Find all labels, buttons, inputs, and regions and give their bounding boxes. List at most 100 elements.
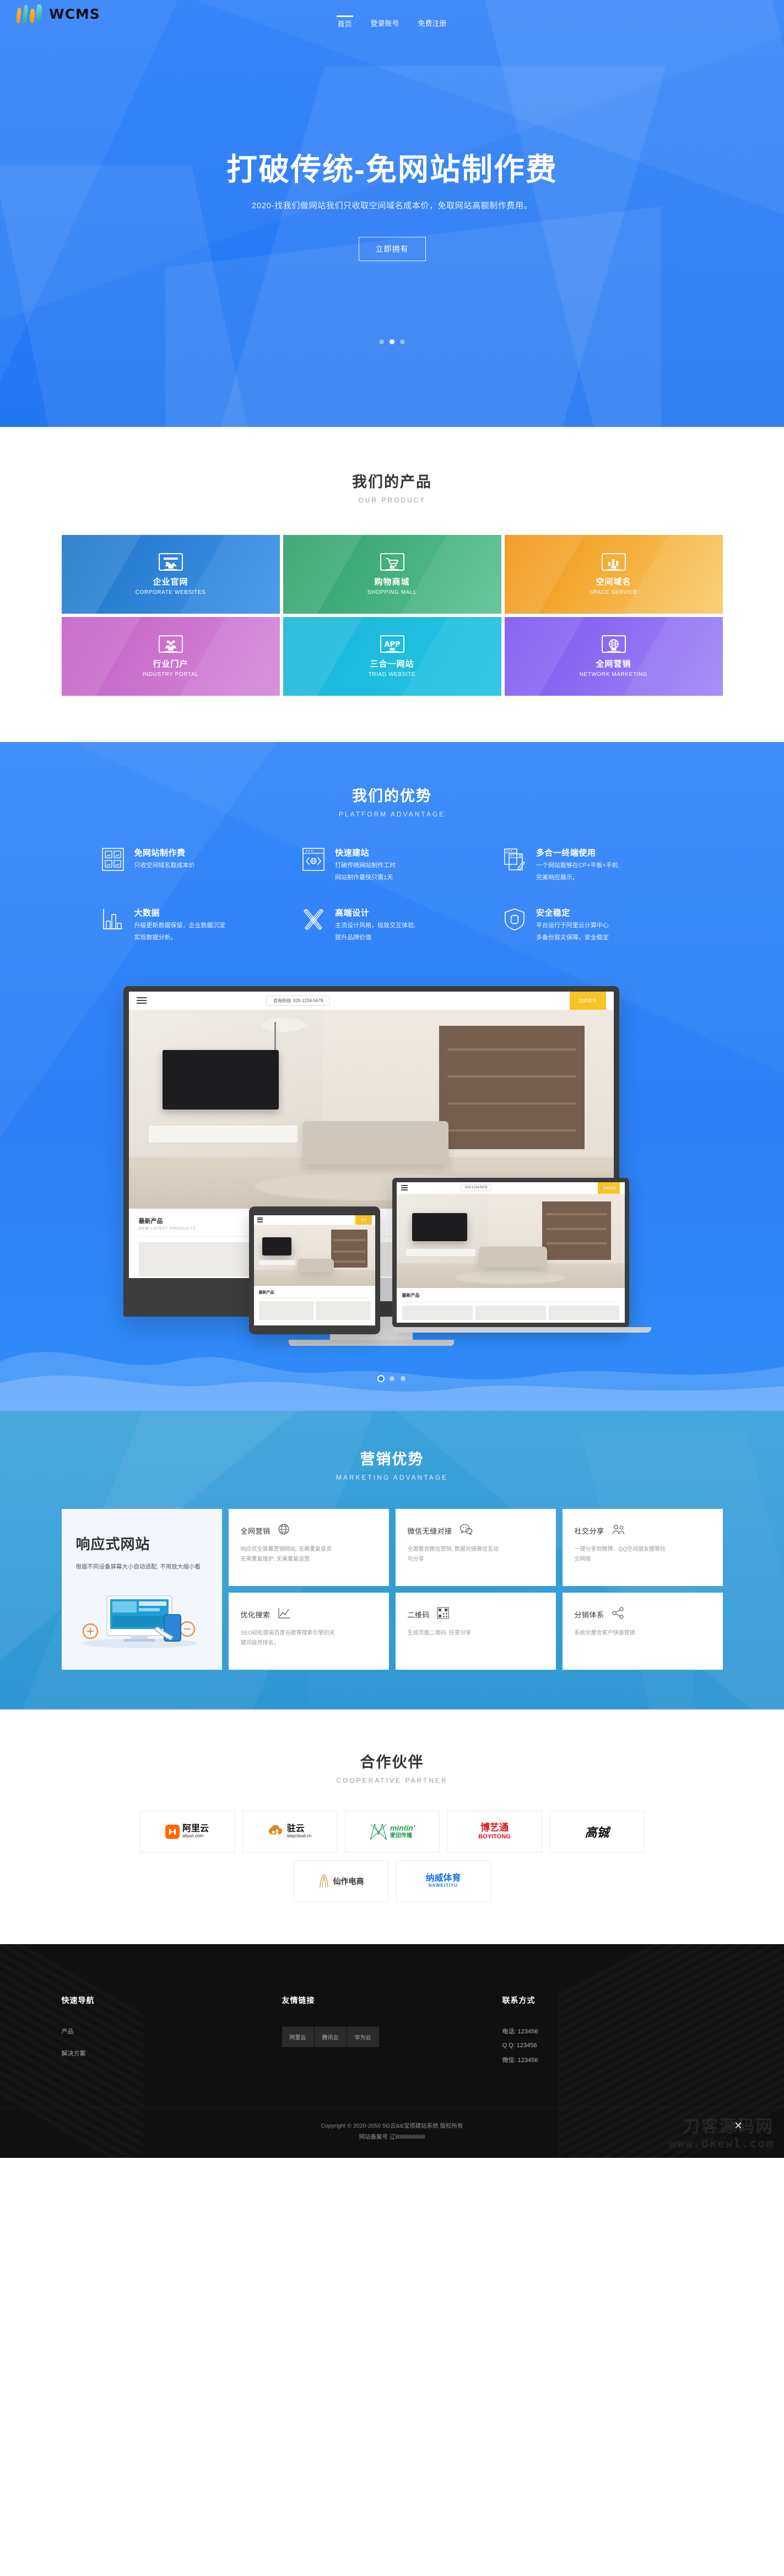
product-card-mall[interactable]: 购物商城 SHOPPING MALL xyxy=(283,535,501,614)
grid-images-icon xyxy=(100,847,126,872)
partners-row-1: 阿里云 aliyun.com 驻云 staycloud.cn mintin' 麦… xyxy=(0,1810,784,1853)
shield-chip-icon xyxy=(502,907,527,932)
hero-title: 打破传统-免网站制作费 xyxy=(226,152,558,187)
hero-cta-button[interactable]: 立即拥有 xyxy=(358,237,426,262)
page-root: WCMS 首页 登录账号 免费注册 打破传统-免网站制作费 2020-找我们做网… xyxy=(0,0,784,2158)
advantage-item-desc-2: 完美响应展示。 xyxy=(536,874,578,881)
product-card-subtitle: CORPORATE WEBSITES xyxy=(135,589,206,596)
tablet-mockup: 咨询 最新产品 xyxy=(248,1206,380,1334)
advantage-section: 我们的优势 PLATFORM ADVANTAGE 免网站制作费 只收空间域名取成… xyxy=(0,742,784,1411)
marketing-card-network[interactable]: 全网营销 响应式全屏幕营销网站, 无需重复投资 无需重复维护, 无需重复运营 xyxy=(228,1508,389,1586)
footer-friendlink-tencent[interactable]: 腾讯云 xyxy=(314,2026,347,2047)
partners-heading-cn: 合作伙伴 xyxy=(360,1754,424,1771)
mock-cta-button[interactable]: 立即咨询 xyxy=(569,991,606,1010)
product-card-space[interactable]: 空间域名 SPACE SERVICE xyxy=(504,535,723,614)
partner-logo-aliyun[interactable]: 阿里云 aliyun.com xyxy=(139,1810,235,1853)
partner-logo-mintin[interactable]: mintin' 麦田传播 xyxy=(344,1810,440,1853)
qr-code-icon xyxy=(437,1607,449,1622)
hero-dot-1[interactable] xyxy=(379,339,384,344)
advantage-grid: 免网站制作费 只收空间域名取成本价 快速建站 打破传统网站制作工时 网站制作最快… xyxy=(100,847,684,943)
product-card-title: 三合一网站 xyxy=(370,659,414,669)
hero-dot-3[interactable] xyxy=(400,339,405,344)
footer-columns: 快速导航 产品 解决方案 友情链接 阿里云 腾讯云 华为云 联系方式 电话: 1… xyxy=(62,1944,723,2107)
monitor-image-icon xyxy=(158,553,183,571)
advantage-item-desc-1: 打破传统网站制作工时 xyxy=(335,862,396,869)
advantage-item-desc-1: 只收空间域名取成本价 xyxy=(134,862,195,869)
monitor-chart-icon xyxy=(601,553,626,571)
marketing-card-desc-2: 与分享 xyxy=(407,1556,424,1562)
responsive-devices-icon xyxy=(76,1588,208,1650)
hero-banner: WCMS 首页 登录账号 免费注册 打破传统-免网站制作费 2020-找我们做网… xyxy=(0,0,784,427)
footer-copyright-bar: Copyright © 2020-2050 5G云&&宝塔建站系统 版权所有 网… xyxy=(0,2107,784,2158)
hamburger-menu-icon[interactable] xyxy=(401,1184,408,1192)
partner-logo-gaocheng[interactable]: 高铖 xyxy=(549,1810,645,1853)
showcase-dot-1[interactable] xyxy=(379,1376,383,1381)
marketing-card-title: 分销体系 xyxy=(574,1610,604,1619)
advantage-item-desc-1: 主流设计风格，极致交互体验, xyxy=(335,922,416,929)
footer-friendlink-aliyun[interactable]: 阿里云 xyxy=(282,2026,314,2047)
marketing-hero-card: 响应式网站 根据不同设备屏幕大小自动适配, 不用放大缩小看 xyxy=(61,1508,222,1670)
monitor-globe-icon xyxy=(601,635,626,653)
globe-icon xyxy=(278,1523,290,1538)
marketing-heading-cn: 营销优势 xyxy=(360,1451,424,1468)
close-icon[interactable]: ✕ xyxy=(734,2120,743,2133)
nav-item-home[interactable]: 首页 xyxy=(336,15,353,31)
product-card-corporate[interactable]: 企业官网 CORPORATE WEBSITES xyxy=(61,535,280,614)
nav-item-register[interactable]: 免费注册 xyxy=(417,15,448,31)
footer-link-products[interactable]: 产品 xyxy=(62,2027,282,2036)
staycloud-logo-icon: 驻云 staycloud.cn xyxy=(268,1824,311,1838)
partner-logo-boyitong[interactable]: 博艺通 BOYITONG xyxy=(447,1810,542,1853)
partner-logo-naweitiyu[interactable]: 纳威体育 NAWEITIYU xyxy=(396,1860,491,1902)
product-card-subtitle: INDUSTRY PORTAL xyxy=(142,672,199,678)
advantage-heading-cn: 我们的优势 xyxy=(352,788,432,804)
browser-code-icon xyxy=(301,847,326,872)
partner-logo-xianzuo[interactable]: 仙作电商 xyxy=(293,1860,388,1902)
mock-panel-title: 最新产品 xyxy=(258,1290,274,1295)
advantage-heading-en: PLATFORM ADVANTAGE xyxy=(338,810,446,818)
multi-device-icon xyxy=(502,847,527,872)
monitor-users-icon xyxy=(158,635,183,653)
footer-friendlinks-title: 友情链接 xyxy=(282,1995,315,2005)
product-card-network[interactable]: 全网营销 NETWORK MARKETING xyxy=(504,617,723,696)
mock-panel-title: 最新产品 xyxy=(402,1292,420,1298)
advantage-item-design: 高端设计 主流设计风格，极致交互体验, 提升品牌价值 xyxy=(301,907,483,943)
marketing-card-title: 优化搜索 xyxy=(240,1610,271,1619)
monitor-app-icon: APP xyxy=(380,635,404,653)
xianzuo-logo-icon: 仙作电商 xyxy=(318,1874,364,1888)
boyitong-logo-icon: 博艺通 BOYITONG xyxy=(478,1822,511,1840)
showcase-dot-3[interactable] xyxy=(401,1376,405,1381)
hero-dot-2[interactable] xyxy=(390,339,394,344)
hamburger-menu-icon[interactable] xyxy=(257,1216,263,1223)
share-nodes-icon xyxy=(612,1606,625,1622)
marketing-heading: 营销优势 MARKETING ADVANTAGE xyxy=(0,1447,784,1481)
marketing-card-seo[interactable]: 优化搜索 SEO轻松提高百度谷歌等搜索引擎的关 键词自然排名。 xyxy=(228,1592,389,1670)
pencil-ruler-icon xyxy=(301,907,326,932)
mock-room-photo xyxy=(396,1194,625,1288)
product-card-subtitle: SHOPPING MALL xyxy=(367,589,417,596)
footer-link-solutions[interactable]: 解决方案 xyxy=(62,2049,282,2058)
product-card-portal[interactable]: 行业门户 INDUSTRY PORTAL xyxy=(61,617,280,696)
product-card-title: 空间域名 xyxy=(596,577,631,587)
partners-section: 合作伙伴 COOPERATIVE PARTNER 阿里云 aliyun.com … xyxy=(0,1709,784,1944)
site-footer: 快速导航 产品 解决方案 友情链接 阿里云 腾讯云 华为云 联系方式 电话: 1… xyxy=(0,1944,784,2158)
advantage-item-fast: 快速建站 打破传统网站制作工时 网站制作最快只需1天 xyxy=(301,847,483,883)
product-card-triad[interactable]: APP 三合一网站 TRIAD WEBSITE xyxy=(283,617,501,696)
advantage-item-free: 免网站制作费 只收空间域名取成本价 xyxy=(100,847,283,883)
marketing-card-desc-2: 键词自然排名。 xyxy=(240,1639,279,1646)
social-share-users-icon xyxy=(612,1523,626,1538)
brand-logo[interactable]: WCMS xyxy=(15,4,100,23)
hero-slider-dots xyxy=(0,339,784,344)
marketing-card-qrcode[interactable]: 二维码 生成页面二维码, 任意分享 xyxy=(395,1592,556,1670)
marketing-card-distribution[interactable]: 分销体系 系统化整合客户快速营销 xyxy=(562,1592,723,1670)
partner-logo-staycloud[interactable]: 驻云 staycloud.cn xyxy=(242,1810,337,1853)
showcase-dot-2[interactable] xyxy=(390,1376,394,1381)
footer-friendlink-huawei[interactable]: 华为云 xyxy=(347,2026,379,2047)
advantage-item-desc-2: 多备份容灾保障，安全稳定 xyxy=(536,934,609,941)
nav-item-login[interactable]: 登录账号 xyxy=(369,15,400,31)
marketing-card-desc-1: 系统化整合客户快速营销 xyxy=(574,1630,635,1636)
marketing-card-wechat[interactable]: 微信无缝对接 全面整合微信营销, 数据对接微信互动 与分享 xyxy=(395,1508,556,1586)
hamburger-menu-icon[interactable] xyxy=(136,995,147,1005)
copyright-text: Copyright © 2020-2050 5G云&&宝塔建站系统 版权所有 xyxy=(321,2122,463,2129)
icp-value[interactable]: 辽B88888888 xyxy=(390,2134,425,2140)
marketing-card-social[interactable]: 社交分享 一键分享到微博、QQ空间朋友圈等社 交网络 xyxy=(562,1508,723,1586)
